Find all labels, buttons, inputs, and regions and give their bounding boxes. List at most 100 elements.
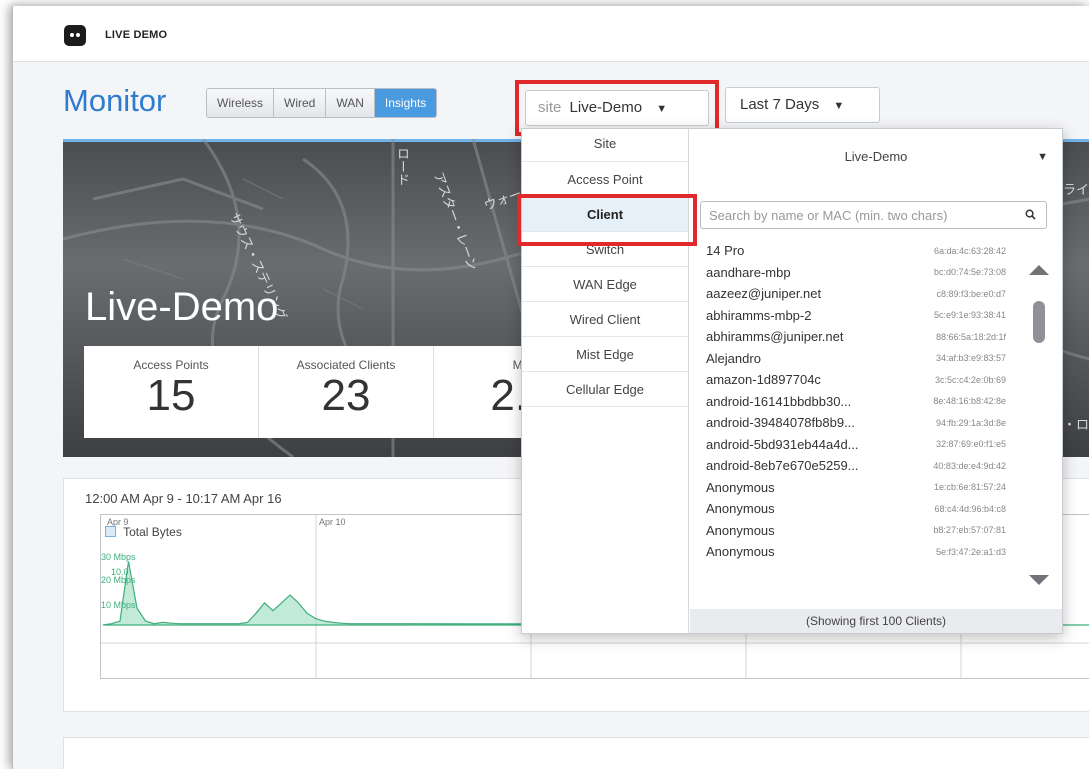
time-range-button[interactable]: Last 7 Days ▼ bbox=[725, 87, 880, 123]
client-list-item[interactable]: 14 Pro 6a:da:4c:63:28:42 bbox=[706, 240, 1006, 262]
type-item-client[interactable]: Client bbox=[522, 197, 688, 232]
client-mac: 94:fb:29:1a:3d:8e bbox=[935, 417, 1006, 428]
client-list-item[interactable]: Alejandro 34:af:b3:e9:83:57 bbox=[706, 348, 1006, 370]
tab-wan[interactable]: WAN bbox=[326, 89, 375, 117]
top-bar: LIVE DEMO bbox=[13, 6, 1089, 62]
y-tick-label: 30 Mbps bbox=[101, 552, 136, 562]
client-name: abhiramms@juniper.net bbox=[706, 329, 844, 345]
client-list-scrollbar[interactable] bbox=[1026, 257, 1052, 597]
stat-label: Access Points bbox=[133, 358, 209, 372]
caret-down-icon: ▼ bbox=[833, 100, 845, 112]
client-list-item[interactable]: amazon-1d897704c 3c:5c:c4:2e:0b:69 bbox=[706, 369, 1006, 391]
client-search-input[interactable] bbox=[701, 202, 1011, 228]
stat-label: Associated Clients bbox=[296, 358, 396, 372]
client-list-item[interactable]: android-16141bbdbb30... 8e:48:16:b8:42:8e bbox=[706, 391, 1006, 413]
client-name: 14 Pro bbox=[706, 243, 745, 259]
site-filter-select[interactable]: Live-Demo ▼ bbox=[690, 129, 1062, 185]
search-icon[interactable] bbox=[1025, 209, 1036, 220]
monitor-tabs: Wireless Wired WAN Insights bbox=[206, 88, 438, 118]
map-label: ロード bbox=[395, 147, 410, 186]
client-list-item[interactable]: Anonymous b8:27:eb:57:07:81 bbox=[706, 520, 1006, 542]
site-selector-button[interactable]: site Live-Demo ▼ bbox=[525, 90, 709, 126]
type-item-switch[interactable]: Switch bbox=[522, 232, 688, 267]
client-list-item[interactable]: aandhare-mbp bc:d0:74:5e:73:08 bbox=[706, 262, 1006, 284]
x-tick-label: Apr 10 bbox=[319, 517, 346, 527]
peak-value-label: 10.0 bbox=[111, 567, 129, 577]
site-prefix: site bbox=[538, 99, 562, 116]
client-list-item[interactable]: abhiramms@juniper.net 88:66:5a:18:2d:1f bbox=[706, 326, 1006, 348]
client-list-item[interactable]: android-39484078fb8b9... 94:fb:29:1a:3d:8… bbox=[706, 412, 1006, 434]
client-name: android-8eb7e670e5259... bbox=[706, 458, 859, 474]
bottom-panel bbox=[63, 737, 1089, 769]
client-mac: 8e:48:16:b8:42:8e bbox=[933, 396, 1006, 407]
client-list-pane: Live-Demo ▼ 14 Pro 6a:da:4c:63:28:42 aandh… bbox=[690, 129, 1062, 633]
client-name: android-39484078fb8b9... bbox=[706, 415, 855, 431]
client-mac: 34:af:b3:e9:83:57 bbox=[935, 353, 1006, 364]
app-window: LIVE DEMO Monitor Wireless Wired WAN Ins… bbox=[12, 6, 1089, 769]
client-mac: 1e:cb:6e:81:57:24 bbox=[933, 482, 1006, 493]
type-item-mist-edge[interactable]: Mist Edge bbox=[522, 337, 688, 372]
scroll-down-arrow-icon[interactable] bbox=[1029, 575, 1049, 585]
client-name: aandhare-mbp bbox=[706, 264, 791, 280]
tab-wired[interactable]: Wired bbox=[274, 89, 327, 117]
client-list-item[interactable]: Anonymous 1e:cb:6e:81:57:24 bbox=[706, 477, 1006, 499]
client-mac: c8:89:f3:be:e0:d7 bbox=[936, 288, 1006, 299]
page-title: Monitor bbox=[63, 83, 167, 118]
type-item-site[interactable]: Site bbox=[522, 129, 688, 162]
client-name: Anonymous bbox=[706, 501, 775, 517]
y-tick-label: 10 Mbps bbox=[101, 600, 136, 610]
org-logo-icon[interactable] bbox=[64, 25, 86, 46]
client-name: aazeez@juniper.net bbox=[706, 286, 822, 302]
type-item-wired-client[interactable]: Wired Client bbox=[522, 302, 688, 337]
selector-dropdown: Site Access Point Client Switch WAN Edge… bbox=[517, 128, 1063, 634]
scroll-thumb[interactable] bbox=[1033, 301, 1045, 343]
chart-range-label: 12:00 AM Apr 9 - 10:17 AM Apr 16 bbox=[85, 491, 282, 506]
type-list: Site Access Point Client Switch WAN Edge… bbox=[522, 129, 689, 633]
site-selector-value: Live-Demo bbox=[569, 99, 643, 116]
client-list-item[interactable]: aazeez@juniper.net c8:89:f3:be:e0:d7 bbox=[706, 283, 1006, 305]
site-name: Live-Demo bbox=[85, 285, 279, 329]
site-filter-value: Live-Demo bbox=[844, 149, 908, 164]
caret-down-icon: ▼ bbox=[1037, 151, 1048, 163]
client-name: abhiramms-mbp-2 bbox=[706, 307, 812, 323]
client-list-footer: (Showing first 100 Clients) bbox=[690, 609, 1062, 633]
tab-insights[interactable]: Insights bbox=[374, 89, 437, 117]
client-mac: 40:83:de:e4:9d:42 bbox=[933, 460, 1006, 471]
client-list-item[interactable]: android-8eb7e670e5259... 40:83:de:e4:9d:4… bbox=[706, 455, 1006, 477]
legend-checkbox[interactable] bbox=[105, 526, 116, 537]
legend-label: Total Bytes bbox=[123, 525, 182, 539]
stat-value: 23 bbox=[321, 371, 371, 420]
client-mac: 3c:5c:c4:2e:0b:69 bbox=[934, 374, 1006, 385]
client-list: 14 Pro 6a:da:4c:63:28:42 aandhare-mbp bc:d0… bbox=[706, 240, 1006, 563]
stat-value: 15 bbox=[146, 371, 196, 420]
caret-down-icon: ▼ bbox=[656, 103, 668, 115]
stat-associated-clients[interactable]: Associated Clients 23 bbox=[259, 346, 434, 438]
type-item-wan-edge[interactable]: WAN Edge bbox=[522, 267, 688, 302]
client-name: Alejandro bbox=[706, 350, 761, 366]
client-search-box[interactable] bbox=[700, 201, 1047, 229]
type-item-cellular-edge[interactable]: Cellular Edge bbox=[522, 372, 688, 407]
client-name: Anonymous bbox=[706, 544, 775, 560]
client-list-item[interactable]: Anonymous 68:c4:4d:96:b4:c8 bbox=[706, 498, 1006, 520]
client-name: Anonymous bbox=[706, 522, 775, 538]
client-mac: bc:d0:74:5e:73:08 bbox=[933, 267, 1006, 278]
stat-access-points[interactable]: Access Points 15 bbox=[84, 346, 259, 438]
client-mac: 6a:da:4c:63:28:42 bbox=[933, 245, 1006, 256]
tab-wireless[interactable]: Wireless bbox=[207, 89, 275, 117]
chart-legend[interactable]: Total Bytes bbox=[105, 525, 182, 539]
time-range-value: Last 7 Days bbox=[740, 96, 820, 113]
client-list-item[interactable]: Anonymous 5e:f3:47:2e:a1:d3 bbox=[706, 541, 1006, 563]
client-name: Anonymous bbox=[706, 479, 775, 495]
client-list-item[interactable]: android-5bd931eb44a4d... 32:87:69:e0:f1:e… bbox=[706, 434, 1006, 456]
client-name: android-16141bbdbb30... bbox=[706, 393, 852, 409]
client-name: android-5bd931eb44a4d... bbox=[706, 436, 859, 452]
client-mac: 88:66:5a:18:2d:1f bbox=[935, 331, 1006, 342]
client-name: amazon-1d897704c bbox=[706, 372, 821, 388]
map-label: ライ bbox=[1063, 182, 1089, 197]
client-list-item[interactable]: abhiramms-mbp-2 5c:e9:1e:93:38:41 bbox=[706, 305, 1006, 327]
scroll-up-arrow-icon[interactable] bbox=[1029, 265, 1049, 275]
type-item-access-point[interactable]: Access Point bbox=[522, 162, 688, 197]
org-name[interactable]: LIVE DEMO bbox=[105, 29, 167, 41]
client-mac: 5e:f3:47:2e:a1:d3 bbox=[935, 546, 1006, 557]
map-label: ・ロ bbox=[1063, 417, 1089, 432]
